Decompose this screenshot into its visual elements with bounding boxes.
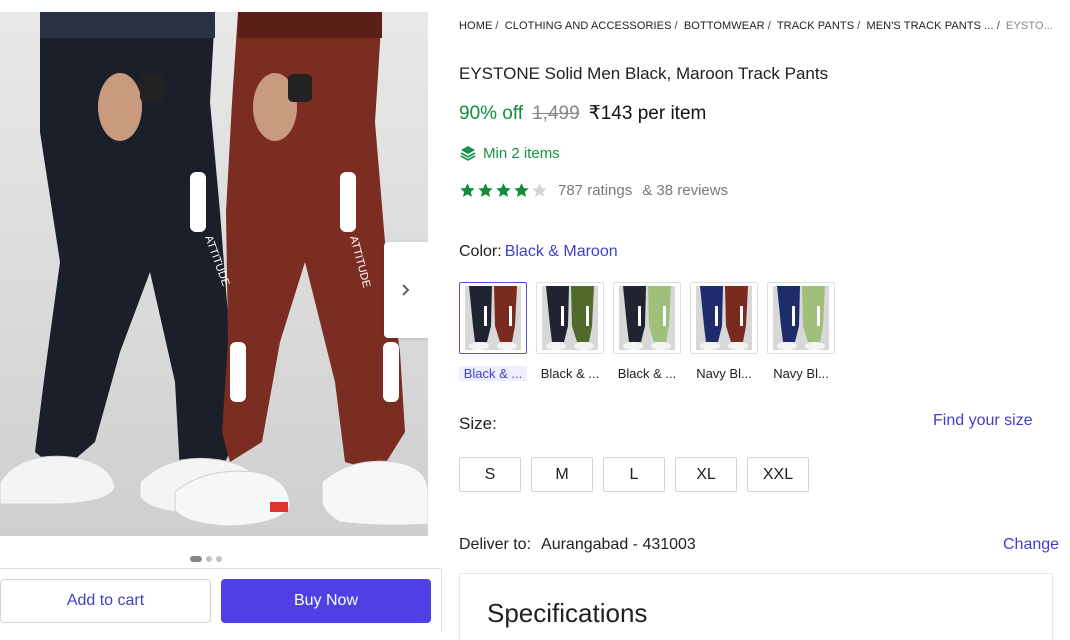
color-swatch-image — [690, 282, 758, 354]
size-option[interactable]: M — [531, 457, 593, 492]
color-swatches: Black & ... Black & ... Black & ... Navy Bl… — [459, 282, 835, 381]
breadcrumb-item[interactable]: TRACK PANTS — [777, 20, 854, 32]
delivery-row: Deliver to: Aurangabad - 431003 — [459, 536, 696, 554]
breadcrumb-item[interactable]: MEN'S TRACK PANTS ... — [866, 20, 993, 32]
color-swatch-image — [459, 282, 527, 354]
product-title: EYSTONE Solid Men Black, Maroon Track Pa… — [459, 64, 829, 83]
chevron-right-icon — [402, 284, 410, 296]
color-swatch[interactable]: Black & ... — [459, 282, 527, 381]
color-swatch-image — [767, 282, 835, 354]
color-swatch[interactable]: Navy Bl... — [690, 282, 758, 381]
min-items-badge: Min 2 items — [459, 144, 560, 162]
selling-price: ₹143 per item — [588, 103, 707, 124]
specifications-title: Specifications — [487, 598, 648, 628]
color-swatch-image — [613, 282, 681, 354]
carousel-dot[interactable] — [190, 556, 202, 562]
original-price: 1,499 — [532, 103, 580, 124]
color-swatch-label: Black & ... — [540, 366, 600, 381]
color-swatch-label: Black & ... — [617, 366, 677, 381]
selected-color: Black & Maroon — [504, 243, 618, 260]
product-image[interactable]: ATTITUDE ATTITUDE — [0, 12, 428, 536]
color-swatch-image — [536, 282, 604, 354]
size-label: Size: — [459, 414, 497, 433]
star-icon — [460, 183, 475, 197]
star-icon — [478, 183, 493, 197]
carousel-dot[interactable] — [206, 556, 212, 562]
min-items-text: Min 2 items — [483, 144, 560, 162]
deliver-label: Deliver to: — [459, 536, 532, 553]
size-option[interactable]: XL — [675, 457, 737, 492]
buy-now-button[interactable]: Buy Now — [221, 579, 431, 623]
find-your-size-link[interactable]: Find your size — [933, 412, 1033, 430]
breadcrumb-item[interactable]: CLOTHING AND ACCESSORIES — [505, 20, 672, 32]
star-icon — [532, 183, 547, 197]
star-icon — [514, 183, 529, 197]
delivery-address: Aurangabad - 431003 — [541, 536, 696, 553]
star-icon — [496, 183, 511, 197]
color-swatch-label: Navy Bl... — [773, 366, 829, 381]
breadcrumb-item[interactable]: BOTTOMWEAR — [684, 20, 765, 32]
color-swatch-label: Black & ... — [459, 366, 527, 381]
breadcrumb-current: EYSTO... — [1006, 20, 1054, 32]
change-address-link[interactable]: Change — [1003, 536, 1059, 554]
color-selector-label: Color: Black & Maroon — [459, 243, 618, 261]
next-image-button[interactable] — [384, 242, 428, 338]
price-row: 90% off 1,499 ₹143 per item — [459, 102, 706, 125]
size-option[interactable]: XXL — [747, 457, 809, 492]
ratings-row[interactable]: 787 ratings & 38 reviews — [459, 182, 728, 199]
color-swatch-label: Navy Bl... — [696, 366, 752, 381]
breadcrumb: HOME / CLOTHING AND ACCESSORIES / BOTTOMWE… — [459, 20, 1054, 32]
size-option[interactable]: S — [459, 457, 521, 492]
carousel-dots — [190, 556, 222, 562]
size-options: S M L XL XXL — [459, 457, 809, 492]
action-bar: Add to cart Buy Now — [0, 568, 442, 632]
color-swatch[interactable]: Black & ... — [536, 282, 604, 381]
reviews-count: & 38 reviews — [642, 182, 729, 199]
specifications-section: Specifications — [459, 573, 1053, 640]
color-label: Color: — [459, 243, 502, 260]
layers-icon — [460, 146, 476, 161]
color-swatch[interactable]: Black & ... — [613, 282, 681, 381]
product-photo: ATTITUDE ATTITUDE — [0, 12, 428, 527]
color-swatch[interactable]: Navy Bl... — [767, 282, 835, 381]
add-to-cart-button[interactable]: Add to cart — [0, 579, 211, 623]
breadcrumb-item[interactable]: HOME — [459, 20, 492, 32]
ratings-count: 787 ratings — [558, 182, 633, 199]
size-option[interactable]: L — [603, 457, 665, 492]
carousel-dot[interactable] — [216, 556, 222, 562]
star-rating — [459, 182, 548, 199]
discount-percent: 90% off — [459, 103, 524, 124]
